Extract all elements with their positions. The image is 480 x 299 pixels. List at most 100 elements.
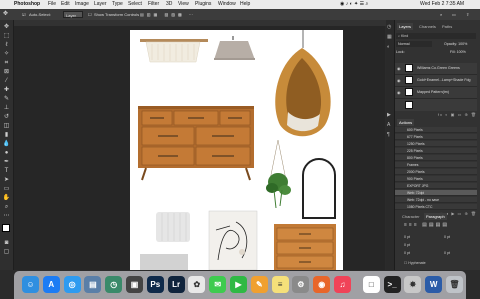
dock-kaleidoscope-icon[interactable]: ✸ xyxy=(404,276,422,293)
dock-capture-icon[interactable]: ▣ xyxy=(126,276,143,293)
dock-finder-icon[interactable]: ☺ xyxy=(22,276,39,293)
visibility-eye-icon[interactable]: ◉ xyxy=(397,75,401,86)
layer-row-empty[interactable] xyxy=(395,99,477,111)
visibility-eye-icon[interactable]: ◉ xyxy=(397,87,401,98)
healing-brush-icon[interactable]: ✚ xyxy=(2,87,11,94)
move-tool-icon[interactable]: ✥ xyxy=(3,9,8,20)
document-canvas[interactable] xyxy=(130,30,343,270)
action-item[interactable]: 1250 Pixels xyxy=(395,141,477,148)
search-icon[interactable]: ⌕ xyxy=(440,9,442,20)
align-icons[interactable]: ▤▥▦ ▧▨▩ ⋯ xyxy=(140,9,196,20)
quick-mask-icon[interactable]: ◙ xyxy=(2,240,11,247)
indent-right-field[interactable]: 0 pt xyxy=(444,235,450,239)
magic-wand-icon[interactable]: ✧ xyxy=(2,51,11,58)
layer-row[interactable]: ◉ Gold+Enamel...Lamp+Shade Fdg xyxy=(395,75,477,87)
character-icon[interactable]: A xyxy=(387,122,390,128)
adjustments-icon[interactable]: ◐ xyxy=(387,44,390,50)
dock-music-icon[interactable]: ♫ xyxy=(334,276,351,293)
lasso-tool-icon[interactable]: ℓ xyxy=(2,42,11,49)
menubar-clock[interactable]: Wed Feb 2 7:35 AM xyxy=(420,0,464,9)
menu-view[interactable]: View xyxy=(178,0,189,9)
more-tools-icon[interactable]: ⋯ xyxy=(2,213,11,220)
hyphenate-checkbox[interactable]: ☐ Hyphenate xyxy=(404,261,426,265)
actions-icon[interactable]: ▶ xyxy=(387,112,391,118)
action-item[interactable]: 600 Pixels xyxy=(395,127,477,134)
dock-trash-icon[interactable]: 🗑 xyxy=(446,276,463,293)
paragraph-align-icons[interactable]: ≡≡≡ ▤▤▤▤ xyxy=(404,222,449,228)
tab-paragraph[interactable]: Paragraph xyxy=(424,213,447,220)
dock-lightroom-icon[interactable]: Lr xyxy=(167,276,185,293)
space-before-field[interactable]: 0 pt xyxy=(404,251,410,255)
menu-plugins[interactable]: Plugins xyxy=(195,0,211,9)
indent-left-field[interactable]: 0 pt xyxy=(404,235,410,239)
menu-3d[interactable]: 3D xyxy=(166,0,172,9)
paragraph-icon[interactable]: ¶ xyxy=(387,132,390,138)
stamp-tool-icon[interactable]: ⊥ xyxy=(2,105,11,112)
action-item[interactable]: 2000 Pixels xyxy=(395,169,477,176)
dock-calendar-icon[interactable]: □ xyxy=(362,276,380,293)
menu-window[interactable]: Window xyxy=(218,0,236,9)
dock-photoshop-icon[interactable]: Ps xyxy=(146,276,164,293)
fill-field[interactable]: Fill: 100% xyxy=(450,49,466,55)
eraser-tool-icon[interactable]: ◫ xyxy=(2,123,11,130)
blend-mode-dropdown[interactable]: Normal xyxy=(396,41,432,47)
action-item[interactable]: Web: 72dpi - no save xyxy=(395,197,477,204)
path-select-icon[interactable]: ➤ xyxy=(2,177,11,184)
auto-select-dropdown[interactable]: Layer xyxy=(63,11,83,18)
foreground-color-swatch[interactable] xyxy=(2,224,10,232)
tab-paths[interactable]: Paths xyxy=(440,23,454,30)
workspace-icon[interactable]: ▭ xyxy=(452,9,456,20)
action-item[interactable]: EXPORT JPG xyxy=(395,183,477,190)
action-item-selected[interactable]: Web: 72dpi xyxy=(395,190,477,197)
dock-notes-icon[interactable]: ≡ xyxy=(271,276,289,293)
dock-photos-icon[interactable]: ✿ xyxy=(188,276,206,293)
share-icon[interactable]: ⇪ xyxy=(466,9,469,20)
eyedropper-icon[interactable]: ⁄ xyxy=(2,78,11,85)
status-icons[interactable]: ◉ ♪ ◐ ✦ ☰ ⌕ xyxy=(340,0,368,9)
tab-channels[interactable]: Channels xyxy=(417,23,438,30)
move-tool-icon[interactable]: ✥ xyxy=(2,24,11,31)
menu-filter[interactable]: Filter xyxy=(148,0,159,9)
frame-tool-icon[interactable]: ⊠ xyxy=(2,69,11,76)
opacity-field[interactable]: Opacity: 100% xyxy=(444,41,467,47)
hand-tool-icon[interactable]: ✋ xyxy=(2,195,11,202)
shape-tool-icon[interactable]: ▭ xyxy=(2,186,11,193)
dodge-tool-icon[interactable]: ● xyxy=(2,150,11,157)
history-brush-icon[interactable]: ↺ xyxy=(2,114,11,121)
dock-system-preferences-icon[interactable]: ⚙ xyxy=(292,276,310,293)
menu-help[interactable]: Help xyxy=(240,0,250,9)
action-item[interactable]: 900 Pixels xyxy=(395,176,477,183)
action-item[interactable]: 800 Pixels xyxy=(395,155,477,162)
tab-actions[interactable]: Actions xyxy=(397,119,415,126)
menu-select[interactable]: Select xyxy=(128,0,142,9)
auto-select-checkbox[interactable]: ☑ xyxy=(22,9,26,20)
type-tool-icon[interactable]: T xyxy=(2,168,11,175)
crop-tool-icon[interactable]: ⌗ xyxy=(2,60,11,67)
dock-word-icon[interactable]: W xyxy=(425,276,443,293)
transform-checkbox[interactable]: ☐ xyxy=(88,9,92,20)
menu-image[interactable]: Image xyxy=(75,0,89,9)
dock-pages-icon[interactable]: ✎ xyxy=(250,276,268,293)
dock-messages-icon[interactable]: ✉ xyxy=(209,276,227,293)
layer-row[interactable]: ◉ Williams Co.Green Greens xyxy=(395,63,477,75)
screen-mode-icon[interactable]: ▢ xyxy=(2,249,11,256)
zoom-tool-icon[interactable]: ⌕ xyxy=(2,204,11,211)
dock-preview-icon[interactable]: ▤ xyxy=(84,276,102,293)
action-item[interactable]: 225 Pixels xyxy=(395,148,477,155)
brush-tool-icon[interactable]: ✎ xyxy=(2,96,11,103)
layer-filter-kind[interactable]: ⌕ Kind xyxy=(396,33,476,39)
menu-type[interactable]: Type xyxy=(112,0,123,9)
dock-facetime-icon[interactable]: ▶ xyxy=(230,276,247,293)
menu-edit[interactable]: Edit xyxy=(61,0,70,9)
app-name-menu[interactable]: Photoshop xyxy=(14,0,40,9)
visibility-eye-icon[interactable]: ◉ xyxy=(397,63,401,74)
space-after-field[interactable]: 0 pt xyxy=(444,251,450,255)
properties-icon[interactable]: ▦ xyxy=(387,34,392,40)
dock-time-machine-icon[interactable]: ◷ xyxy=(105,276,123,293)
marquee-tool-icon[interactable]: ⬚ xyxy=(2,33,11,40)
history-icon[interactable]: ◷ xyxy=(387,24,391,30)
pen-tool-icon[interactable]: ✒ xyxy=(2,159,11,166)
action-item[interactable]: 677 Pixels xyxy=(395,134,477,141)
action-item[interactable]: Frames xyxy=(395,162,477,169)
dock-app-store-icon[interactable]: A xyxy=(42,276,60,293)
